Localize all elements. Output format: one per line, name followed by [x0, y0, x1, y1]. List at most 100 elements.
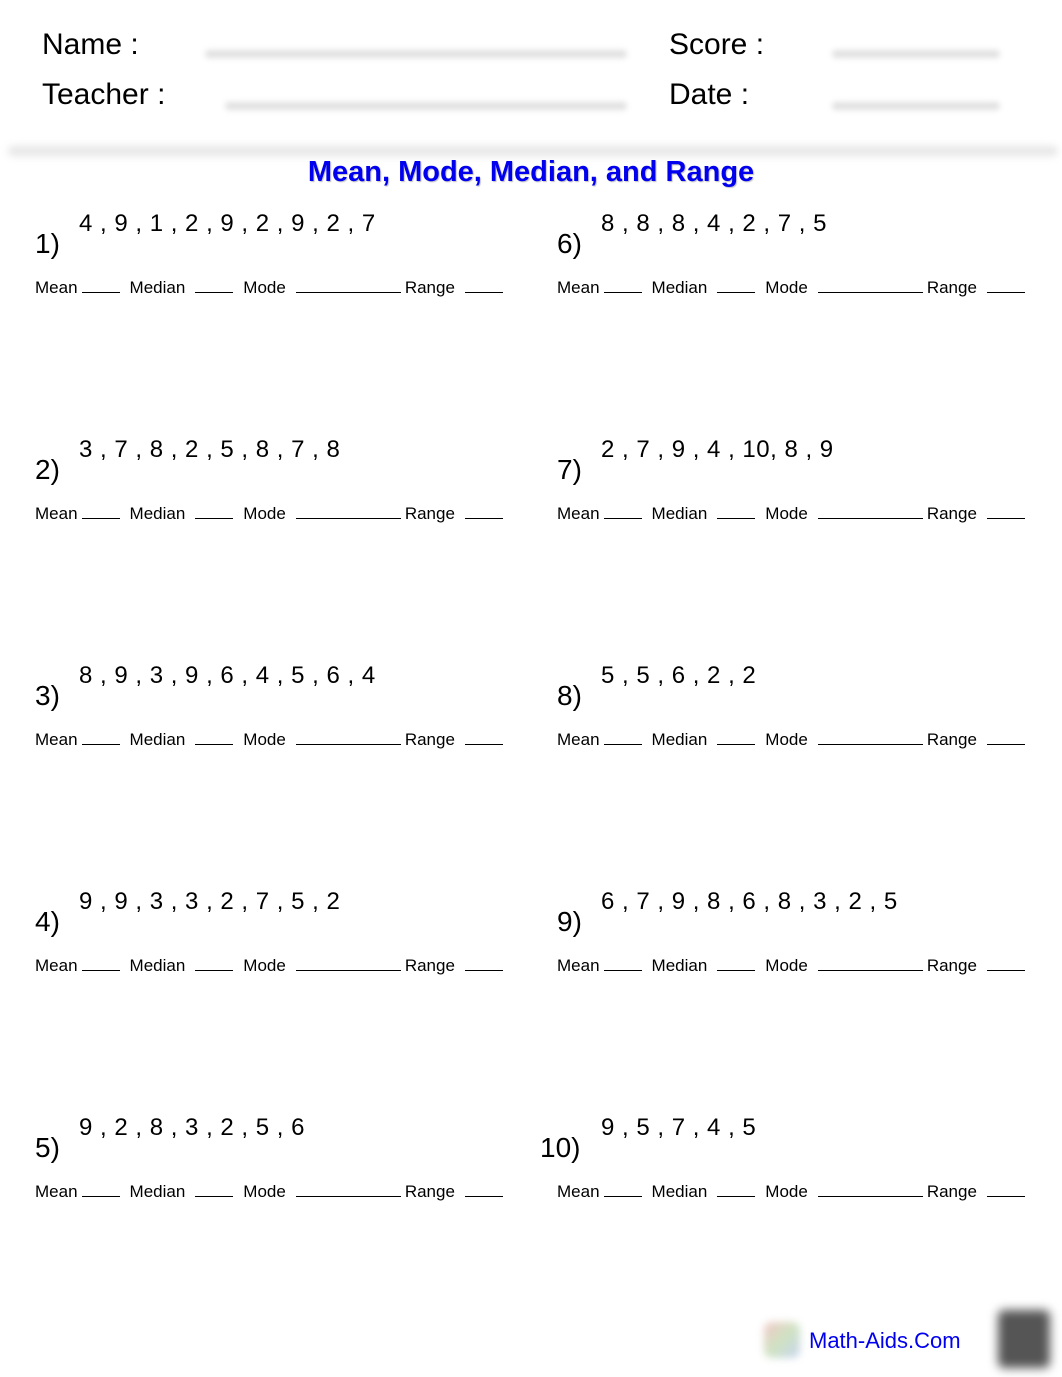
answer-row: Mean Median Mode Range: [557, 956, 1029, 974]
problem-data-set: 5 , 5 , 6 , 2 , 2: [601, 662, 757, 689]
median-label: Median: [129, 278, 186, 297]
mode-answer-blank[interactable]: [295, 504, 401, 519]
median-answer-blank[interactable]: [717, 956, 756, 971]
median-answer-blank[interactable]: [717, 278, 756, 293]
mean-answer-blank[interactable]: [81, 1182, 120, 1197]
problem-number: 8): [557, 680, 582, 711]
range-answer-blank[interactable]: [986, 956, 1025, 971]
problem-1: 1) 4 , 9 , 1 , 2 , 9 , 2 , 9 , 2 , 7 Mean M…: [35, 208, 535, 308]
mean-label: Mean: [35, 504, 78, 523]
footer-site-link[interactable]: Math-Aids.Com: [809, 1328, 961, 1354]
problem-data-set: 4 , 9 , 1 , 2 , 9 , 2 , 9 , 2 , 7: [79, 210, 376, 237]
range-label: Range: [926, 730, 977, 749]
teacher-field[interactable]: [225, 102, 627, 110]
mean-label: Mean: [557, 1182, 600, 1201]
median-label: Median: [651, 1182, 708, 1201]
range-answer-blank[interactable]: [464, 956, 503, 971]
problem-data-set: 9 , 5 , 7 , 4 , 5: [601, 1114, 757, 1141]
qr-code-icon: [998, 1310, 1050, 1368]
mean-answer-blank[interactable]: [81, 956, 120, 971]
median-answer-blank[interactable]: [195, 278, 234, 293]
range-answer-blank[interactable]: [464, 730, 503, 745]
mode-answer-blank[interactable]: [817, 730, 923, 745]
range-answer-blank[interactable]: [986, 504, 1025, 519]
mean-label: Mean: [35, 956, 78, 975]
median-answer-blank[interactable]: [195, 730, 234, 745]
date-field[interactable]: [832, 102, 1000, 110]
mean-answer-blank[interactable]: [603, 730, 642, 745]
range-answer-blank[interactable]: [986, 1182, 1025, 1197]
mean-label: Mean: [557, 730, 600, 749]
mean-answer-blank[interactable]: [603, 504, 642, 519]
mean-label: Mean: [557, 956, 600, 975]
median-answer-blank[interactable]: [717, 504, 756, 519]
problem-data-set: 6 , 7 , 9 , 8 , 6 , 8 , 3 , 2 , 5: [601, 888, 898, 915]
problem-data-set: 2 , 7 , 9 , 4 , 10, 8 , 9: [601, 436, 834, 463]
range-answer-blank[interactable]: [464, 504, 503, 519]
median-answer-blank[interactable]: [717, 730, 756, 745]
mode-answer-blank[interactable]: [295, 956, 401, 971]
range-answer-blank[interactable]: [464, 1182, 503, 1197]
problem-6: 6) 8 , 8 , 8 , 4 , 2 , 7 , 5 Mean Median Mod…: [557, 208, 1057, 308]
median-answer-blank[interactable]: [195, 956, 234, 971]
median-label: Median: [651, 956, 708, 975]
problem-2: 2) 3 , 7 , 8 , 2 , 5 , 8 , 7 , 8 Mean Media…: [35, 434, 535, 534]
answer-row: Mean Median Mode Range: [35, 730, 507, 748]
problem-number: 9): [557, 906, 582, 937]
median-label: Median: [129, 1182, 186, 1201]
mean-answer-blank[interactable]: [81, 730, 120, 745]
problem-number: 7): [557, 454, 582, 485]
median-answer-blank[interactable]: [195, 1182, 234, 1197]
teacher-label: Teacher :: [42, 78, 166, 111]
mode-answer-blank[interactable]: [817, 1182, 923, 1197]
mean-answer-blank[interactable]: [603, 278, 642, 293]
range-label: Range: [404, 504, 455, 523]
answer-row: Mean Median Mode Range: [35, 956, 507, 974]
answer-row: Mean Median Mode Range: [35, 278, 507, 296]
mean-label: Mean: [35, 278, 78, 297]
mode-answer-blank[interactable]: [295, 1182, 401, 1197]
problem-9: 9) 6 , 7 , 9 , 8 , 6 , 8 , 3 , 2 , 5 Mean M…: [557, 886, 1057, 986]
median-label: Median: [651, 504, 708, 523]
problem-data-set: 8 , 9 , 3 , 9 , 6 , 4 , 5 , 6 , 4: [79, 662, 376, 689]
mean-label: Mean: [557, 278, 600, 297]
problem-5: 5) 9 , 2 , 8 , 3 , 2 , 5 , 6 Mean Median Mod…: [35, 1112, 535, 1212]
answer-row: Mean Median Mode Range: [557, 504, 1029, 522]
answer-row: Mean Median Mode Range: [557, 278, 1029, 296]
name-field[interactable]: [205, 50, 627, 58]
range-answer-blank[interactable]: [464, 278, 503, 293]
mean-answer-blank[interactable]: [603, 1182, 642, 1197]
mode-answer-blank[interactable]: [817, 504, 923, 519]
mean-answer-blank[interactable]: [81, 278, 120, 293]
median-answer-blank[interactable]: [717, 1182, 756, 1197]
mode-answer-blank[interactable]: [295, 730, 401, 745]
range-answer-blank[interactable]: [986, 278, 1025, 293]
problem-3: 3) 8 , 9 , 3 , 9 , 6 , 4 , 5 , 6 , 4 Mean M…: [35, 660, 535, 760]
mean-label: Mean: [557, 504, 600, 523]
mean-answer-blank[interactable]: [603, 956, 642, 971]
name-label: Name :: [42, 28, 139, 61]
range-label: Range: [404, 956, 455, 975]
median-label: Median: [129, 730, 186, 749]
mode-answer-blank[interactable]: [817, 278, 923, 293]
mode-label: Mode: [243, 1182, 286, 1201]
answer-row: Mean Median Mode Range: [35, 504, 507, 522]
mode-answer-blank[interactable]: [295, 278, 401, 293]
score-field[interactable]: [832, 50, 1000, 58]
problem-10: 10) 9 , 5 , 7 , 4 , 5 Mean Median Mode Range: [540, 1112, 1057, 1212]
answer-row: Mean Median Mode Range: [35, 1182, 507, 1200]
math-aids-logo-icon: [764, 1322, 800, 1358]
mean-answer-blank[interactable]: [81, 504, 120, 519]
mode-label: Mode: [243, 278, 286, 297]
median-label: Median: [129, 504, 186, 523]
mode-answer-blank[interactable]: [817, 956, 923, 971]
median-label: Median: [651, 730, 708, 749]
problem-data-set: 8 , 8 , 8 , 4 , 2 , 7 , 5: [601, 210, 827, 237]
range-answer-blank[interactable]: [986, 730, 1025, 745]
problem-number: 10): [540, 1132, 581, 1163]
mode-label: Mode: [765, 730, 808, 749]
problem-data-set: 9 , 2 , 8 , 3 , 2 , 5 , 6: [79, 1114, 305, 1141]
mean-label: Mean: [35, 730, 78, 749]
median-answer-blank[interactable]: [195, 504, 234, 519]
problem-8: 8) 5 , 5 , 6 , 2 , 2 Mean Median Mode Range: [557, 660, 1057, 760]
